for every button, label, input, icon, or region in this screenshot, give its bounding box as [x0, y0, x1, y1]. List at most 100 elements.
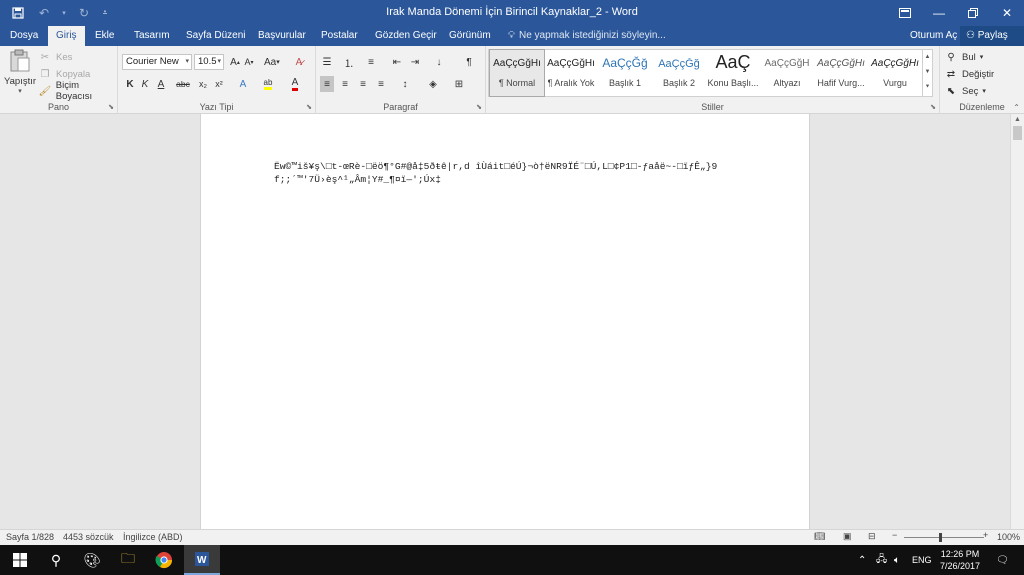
underline-button[interactable]: A — [154, 76, 168, 92]
scrollbar-thumb[interactable] — [1013, 126, 1022, 140]
tab-giris[interactable]: Giriş — [48, 26, 85, 46]
action-center-icon[interactable]: 🗨︎ — [996, 545, 1009, 575]
tab-sayfa-duzeni[interactable]: Sayfa Düzeni — [178, 26, 253, 46]
decrease-indent-icon[interactable]: ⇤ — [390, 54, 404, 70]
align-right-icon[interactable]: ≡ — [356, 76, 370, 92]
tab-gozden-gecir[interactable]: Gözden Geçir — [367, 26, 445, 46]
chevron-up-icon[interactable]: ▲ — [923, 50, 932, 65]
bullets-icon[interactable]: ☰ — [320, 54, 334, 70]
collapse-ribbon-icon[interactable]: ⌃ — [1013, 103, 1020, 112]
subscript-button[interactable]: x₂ — [196, 76, 210, 92]
paste-button[interactable]: Yapıştır ▾ — [4, 49, 36, 97]
word-app-icon[interactable]: W — [184, 545, 220, 575]
justify-icon[interactable]: ≡ — [374, 76, 388, 92]
font-size-box[interactable]: 10.5 ▾ — [194, 54, 224, 70]
system-clock[interactable]: 12:26 PM 7/26/2017 — [932, 548, 988, 572]
sort-icon[interactable]: ↓ — [432, 54, 446, 70]
grow-font-icon[interactable]: A ▴ — [228, 54, 242, 70]
windows-start-icon[interactable] — [2, 545, 38, 575]
line-spacing-icon[interactable]: ↕ — [398, 76, 412, 92]
paragraph-launcher-icon[interactable]: ⬊ — [476, 103, 482, 111]
vertical-scrollbar[interactable]: ▲ — [1010, 114, 1024, 529]
sign-in-link[interactable]: Oturum Aç — [910, 26, 957, 46]
network-icon[interactable]: 🖧︎ — [876, 545, 887, 575]
paint-app-icon[interactable]: 🎨︎ — [74, 545, 110, 575]
word-count[interactable]: 4453 sözcük — [63, 532, 114, 542]
clipboard-launcher-icon[interactable]: ⬊ — [108, 103, 114, 111]
close-icon[interactable]: ✕ — [990, 0, 1024, 26]
tray-chevron-icon[interactable]: ⌃ — [858, 545, 866, 575]
language-indicator[interactable]: İngilizce (ABD) — [123, 532, 183, 542]
strikethrough-button[interactable]: abc — [176, 76, 190, 92]
zoom-out-icon[interactable]: − — [892, 530, 897, 540]
align-left-icon[interactable]: ≡ — [320, 76, 334, 92]
share-button[interactable]: ⚇ Paylaş — [960, 26, 1024, 46]
document-body-text[interactable]: Ëw©™iš¥ş\□t-œRè-□ëö¶°G#@å‡5ðŧê|r,d îÙáit… — [274, 161, 734, 186]
tab-ekle[interactable]: Ekle — [87, 26, 122, 46]
style-sample: AaÇçĞğ — [658, 58, 700, 70]
italic-button[interactable]: K — [138, 76, 152, 92]
increase-indent-icon[interactable]: ⇥ — [408, 54, 422, 70]
style-emphasis[interactable]: AaÇçĞğHı Vurgu — [868, 50, 922, 96]
style-heading-2[interactable]: AaÇçĞğ Başlık 2 — [652, 50, 706, 96]
tab-dosya[interactable]: Dosya — [2, 26, 46, 46]
numbering-icon[interactable]: ⒈ — [342, 54, 356, 70]
change-case-button[interactable]: Aa ▾ — [264, 54, 280, 70]
align-center-icon[interactable]: ≡ — [338, 76, 352, 92]
input-language[interactable]: ENG — [912, 545, 932, 575]
chrome-icon[interactable] — [146, 545, 182, 575]
more-styles-icon[interactable]: ⯆ — [923, 80, 932, 95]
find-button[interactable]: ⚲ Bul ▾ — [944, 49, 983, 65]
format-painter-button[interactable]: 🖌︎ Biçim Boyacısı — [38, 80, 117, 102]
text-effects-icon[interactable]: A — [236, 76, 250, 92]
volume-icon[interactable]: 🔈︎ — [894, 545, 900, 575]
tab-gorunum[interactable]: Görünüm — [441, 26, 499, 46]
print-layout-icon[interactable]: ▣ — [843, 531, 852, 542]
zoom-level[interactable]: 100% — [997, 532, 1020, 542]
ribbon: Yapıştır ▾ ✂ Kes ❐ Kopyala 🖌︎ Biçim Boya… — [0, 46, 1024, 114]
tab-tasarim[interactable]: Tasarım — [126, 26, 178, 46]
zoom-slider[interactable] — [904, 537, 984, 538]
paste-dropdown-icon[interactable]: ▾ — [4, 87, 36, 95]
show-formatting-icon[interactable]: ¶ — [462, 54, 476, 70]
web-layout-icon[interactable]: ⊟ — [868, 531, 876, 542]
highlight-color-icon[interactable]: ab — [261, 76, 275, 92]
page-indicator[interactable]: Sayfa 1/828 — [6, 532, 54, 542]
document-page[interactable]: Ëw©™iš¥ş\□t-œRè-□ëö¶°G#@å‡5ðŧê|r,d îÙáit… — [200, 114, 810, 529]
select-button[interactable]: ⬉ Seç ▾ — [944, 83, 986, 99]
font-name-box[interactable]: Courier New ▾ — [122, 54, 192, 70]
tab-basvurular[interactable]: Başvurular — [250, 26, 314, 46]
superscript-button[interactable]: x² — [212, 76, 226, 92]
style-normal[interactable]: AaÇçĞğHı ¶ Normal — [489, 49, 545, 97]
tell-me-box[interactable]: 💡︎ Ne yapmak istediğinizi söyleyin... — [508, 26, 666, 46]
borders-icon[interactable]: ⊞ — [452, 76, 466, 92]
tab-postalar[interactable]: Postalar — [313, 26, 366, 46]
minimize-icon[interactable]: — — [922, 0, 956, 26]
ribbon-display-options-icon[interactable] — [888, 0, 922, 26]
font-launcher-icon[interactable]: ⬊ — [306, 103, 312, 111]
scroll-up-icon[interactable]: ▲ — [1011, 114, 1024, 126]
search-icon[interactable]: ⚲ — [38, 545, 74, 575]
style-subtle-emphasis[interactable]: AaÇçĞğHı Hafif Vurg... — [814, 50, 868, 96]
restore-icon[interactable] — [956, 0, 990, 26]
shrink-font-icon[interactable]: A ▾ — [242, 54, 256, 70]
file-explorer-icon[interactable]: 🗀 — [110, 545, 146, 575]
replace-button[interactable]: ⇄ Değiştir — [944, 66, 994, 82]
font-color-icon[interactable]: A — [288, 76, 302, 92]
style-title[interactable]: AaÇ Konu Başlı... — [706, 50, 760, 96]
style-label: Hafif Vurg... — [817, 78, 865, 88]
cut-button[interactable]: ✂ Kes — [38, 49, 73, 65]
zoom-slider-knob[interactable] — [939, 533, 942, 542]
chevron-down-icon[interactable]: ▼ — [923, 65, 932, 80]
style-no-spacing[interactable]: AaÇçĞğHı ¶ Aralık Yok — [544, 50, 598, 96]
bold-button[interactable]: K — [123, 76, 137, 92]
clear-formatting-icon[interactable]: A̷ — [292, 54, 306, 70]
zoom-in-icon[interactable]: + — [983, 530, 988, 540]
clipboard-group: Yapıştır ▾ ✂ Kes ❐ Kopyala 🖌︎ Biçim Boya… — [0, 46, 118, 114]
shading-icon[interactable]: ◈ — [426, 76, 440, 92]
style-heading-1[interactable]: AaÇçĞğ Başlık 1 — [598, 50, 652, 96]
read-mode-icon[interactable]: 📖︎ — [814, 531, 825, 542]
styles-launcher-icon[interactable]: ⬊ — [930, 103, 936, 111]
style-subtitle[interactable]: AaÇçĞğH Altyazı — [760, 50, 814, 96]
multilevel-list-icon[interactable]: ≡ — [364, 54, 378, 70]
